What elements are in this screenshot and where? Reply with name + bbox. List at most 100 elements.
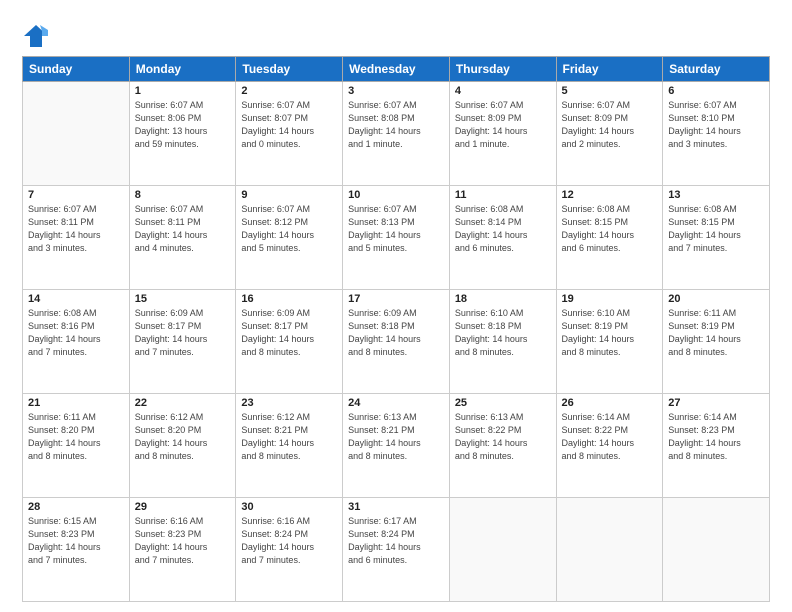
day-detail: Sunrise: 6:10 AM Sunset: 8:19 PM Dayligh…: [562, 307, 658, 359]
calendar-cell: 27 Sunrise: 6:14 AM Sunset: 8:23 PM Dayli…: [663, 394, 770, 498]
day-detail: Sunrise: 6:08 AM Sunset: 8:14 PM Dayligh…: [455, 203, 551, 255]
calendar-cell: [449, 498, 556, 602]
day-number: 20: [668, 293, 764, 305]
calendar-cell: 13Sunrise: 6:08 AM Sunset: 8:15 PM Dayli…: [663, 186, 770, 290]
day-number: 23: [241, 397, 337, 409]
day-detail: Sunrise: 6:14 AM Sunset: 8:22 PM Dayligh…: [562, 411, 658, 463]
day-number: 12: [562, 189, 658, 201]
day-detail: Sunrise: 6:07 AM Sunset: 8:09 PM Dayligh…: [562, 99, 658, 151]
day-detail: Sunrise: 6:11 AM Sunset: 8:20 PM Dayligh…: [28, 411, 124, 463]
day-number: 8: [135, 189, 231, 201]
day-number: 18: [455, 293, 551, 305]
calendar-cell: 29 Sunrise: 6:16 AM Sunset: 8:23 PM Dayli…: [129, 498, 236, 602]
weekday-header-tuesday: Tuesday: [236, 57, 343, 82]
day-detail: Sunrise: 6:14 AM Sunset: 8:23 PM Dayligh…: [668, 411, 764, 463]
calendar-cell: [23, 82, 130, 186]
day-detail: Sunrise: 6:09 AM Sunset: 8:18 PM Dayligh…: [348, 307, 444, 359]
day-detail: Sunrise: 6:16 AM Sunset: 8:23 PM Dayligh…: [135, 515, 231, 567]
calendar-cell: 18 Sunrise: 6:10 AM Sunset: 8:18 PM Dayli…: [449, 290, 556, 394]
calendar-cell: 4 Sunrise: 6:07 AM Sunset: 8:09 PM Daylig…: [449, 82, 556, 186]
calendar-cell: 31Sunrise: 6:17 AM Sunset: 8:24 PM Dayli…: [343, 498, 450, 602]
day-detail: Sunrise: 6:13 AM Sunset: 8:21 PM Dayligh…: [348, 411, 444, 463]
day-detail: Sunrise: 6:15 AM Sunset: 8:23 PM Dayligh…: [28, 515, 124, 567]
day-number: 17: [348, 293, 444, 305]
calendar-cell: 10 Sunrise: 6:07 AM Sunset: 8:13 PM Dayli…: [343, 186, 450, 290]
day-number: 21: [28, 397, 124, 409]
calendar-cell: 16Sunrise: 6:09 AM Sunset: 8:17 PM Dayli…: [236, 290, 343, 394]
calendar-cell: 22 Sunrise: 6:12 AM Sunset: 8:20 PM Dayli…: [129, 394, 236, 498]
day-number: 27: [668, 397, 764, 409]
calendar-cell: 3 Sunrise: 6:07 AM Sunset: 8:08 PM Daylig…: [343, 82, 450, 186]
weekday-header-wednesday: Wednesday: [343, 57, 450, 82]
day-detail: Sunrise: 6:09 AM Sunset: 8:17 PM Dayligh…: [135, 307, 231, 359]
day-detail: Sunrise: 6:16 AM Sunset: 8:24 PM Dayligh…: [241, 515, 337, 567]
calendar-cell: 21 Sunrise: 6:11 AM Sunset: 8:20 PM Dayli…: [23, 394, 130, 498]
day-number: 14: [28, 293, 124, 305]
calendar-week-row: 14 Sunrise: 6:08 AM Sunset: 8:16 PM Dayli…: [23, 290, 770, 394]
day-detail: Sunrise: 6:10 AM Sunset: 8:18 PM Dayligh…: [455, 307, 551, 359]
logo-icon: [22, 22, 50, 50]
calendar-week-row: 1 Sunrise: 6:07 AM Sunset: 8:06 PM Daylig…: [23, 82, 770, 186]
day-detail: Sunrise: 6:07 AM Sunset: 8:13 PM Dayligh…: [348, 203, 444, 255]
day-detail: Sunrise: 6:09 AM Sunset: 8:17 PM Dayligh…: [241, 307, 337, 359]
page: SundayMondayTuesdayWednesdayThursdayFrid…: [0, 0, 792, 612]
calendar-cell: 30Sunrise: 6:16 AM Sunset: 8:24 PM Dayli…: [236, 498, 343, 602]
weekday-header-thursday: Thursday: [449, 57, 556, 82]
calendar-cell: 1 Sunrise: 6:07 AM Sunset: 8:06 PM Daylig…: [129, 82, 236, 186]
day-detail: Sunrise: 6:07 AM Sunset: 8:07 PM Dayligh…: [241, 99, 337, 151]
day-detail: Sunrise: 6:13 AM Sunset: 8:22 PM Dayligh…: [455, 411, 551, 463]
day-detail: Sunrise: 6:12 AM Sunset: 8:21 PM Dayligh…: [241, 411, 337, 463]
calendar-cell: 17 Sunrise: 6:09 AM Sunset: 8:18 PM Dayli…: [343, 290, 450, 394]
logo: [22, 22, 54, 50]
calendar-cell: 23 Sunrise: 6:12 AM Sunset: 8:21 PM Dayli…: [236, 394, 343, 498]
calendar-cell: 12 Sunrise: 6:08 AM Sunset: 8:15 PM Dayli…: [556, 186, 663, 290]
calendar-cell: 28 Sunrise: 6:15 AM Sunset: 8:23 PM Dayli…: [23, 498, 130, 602]
calendar: SundayMondayTuesdayWednesdayThursdayFrid…: [22, 56, 770, 602]
day-number: 9: [241, 189, 337, 201]
day-number: 15: [135, 293, 231, 305]
day-detail: Sunrise: 6:07 AM Sunset: 8:11 PM Dayligh…: [28, 203, 124, 255]
calendar-cell: 24 Sunrise: 6:13 AM Sunset: 8:21 PM Dayli…: [343, 394, 450, 498]
weekday-header-monday: Monday: [129, 57, 236, 82]
day-detail: Sunrise: 6:17 AM Sunset: 8:24 PM Dayligh…: [348, 515, 444, 567]
calendar-week-row: 21 Sunrise: 6:11 AM Sunset: 8:20 PM Dayli…: [23, 394, 770, 498]
day-number: 29: [135, 501, 231, 513]
calendar-cell: 7 Sunrise: 6:07 AM Sunset: 8:11 PM Daylig…: [23, 186, 130, 290]
day-detail: Sunrise: 6:08 AM Sunset: 8:16 PM Dayligh…: [28, 307, 124, 359]
day-detail: Sunrise: 6:12 AM Sunset: 8:20 PM Dayligh…: [135, 411, 231, 463]
day-detail: Sunrise: 6:07 AM Sunset: 8:09 PM Dayligh…: [455, 99, 551, 151]
day-number: 13: [668, 189, 764, 201]
day-number: 19: [562, 293, 658, 305]
day-detail: Sunrise: 6:07 AM Sunset: 8:08 PM Dayligh…: [348, 99, 444, 151]
day-number: 1: [135, 85, 231, 97]
calendar-cell: 2 Sunrise: 6:07 AM Sunset: 8:07 PM Daylig…: [236, 82, 343, 186]
day-detail: Sunrise: 6:07 AM Sunset: 8:11 PM Dayligh…: [135, 203, 231, 255]
day-number: 26: [562, 397, 658, 409]
day-number: 2: [241, 85, 337, 97]
calendar-cell: 11 Sunrise: 6:08 AM Sunset: 8:14 PM Dayli…: [449, 186, 556, 290]
calendar-cell: 9Sunrise: 6:07 AM Sunset: 8:12 PM Daylig…: [236, 186, 343, 290]
day-number: 5: [562, 85, 658, 97]
day-number: 28: [28, 501, 124, 513]
day-number: 10: [348, 189, 444, 201]
calendar-cell: 6Sunrise: 6:07 AM Sunset: 8:10 PM Daylig…: [663, 82, 770, 186]
day-number: 22: [135, 397, 231, 409]
calendar-cell: 14 Sunrise: 6:08 AM Sunset: 8:16 PM Dayli…: [23, 290, 130, 394]
calendar-week-row: 7 Sunrise: 6:07 AM Sunset: 8:11 PM Daylig…: [23, 186, 770, 290]
day-detail: Sunrise: 6:07 AM Sunset: 8:06 PM Dayligh…: [135, 99, 231, 151]
calendar-cell: [556, 498, 663, 602]
day-number: 3: [348, 85, 444, 97]
day-detail: Sunrise: 6:07 AM Sunset: 8:10 PM Dayligh…: [668, 99, 764, 151]
header: [22, 18, 770, 50]
weekday-header-friday: Friday: [556, 57, 663, 82]
day-number: 4: [455, 85, 551, 97]
calendar-cell: 20Sunrise: 6:11 AM Sunset: 8:19 PM Dayli…: [663, 290, 770, 394]
calendar-cell: 25Sunrise: 6:13 AM Sunset: 8:22 PM Dayli…: [449, 394, 556, 498]
day-number: 11: [455, 189, 551, 201]
calendar-cell: 26 Sunrise: 6:14 AM Sunset: 8:22 PM Dayli…: [556, 394, 663, 498]
calendar-cell: 8 Sunrise: 6:07 AM Sunset: 8:11 PM Daylig…: [129, 186, 236, 290]
day-number: 7: [28, 189, 124, 201]
day-number: 24: [348, 397, 444, 409]
calendar-cell: [663, 498, 770, 602]
day-detail: Sunrise: 6:08 AM Sunset: 8:15 PM Dayligh…: [562, 203, 658, 255]
